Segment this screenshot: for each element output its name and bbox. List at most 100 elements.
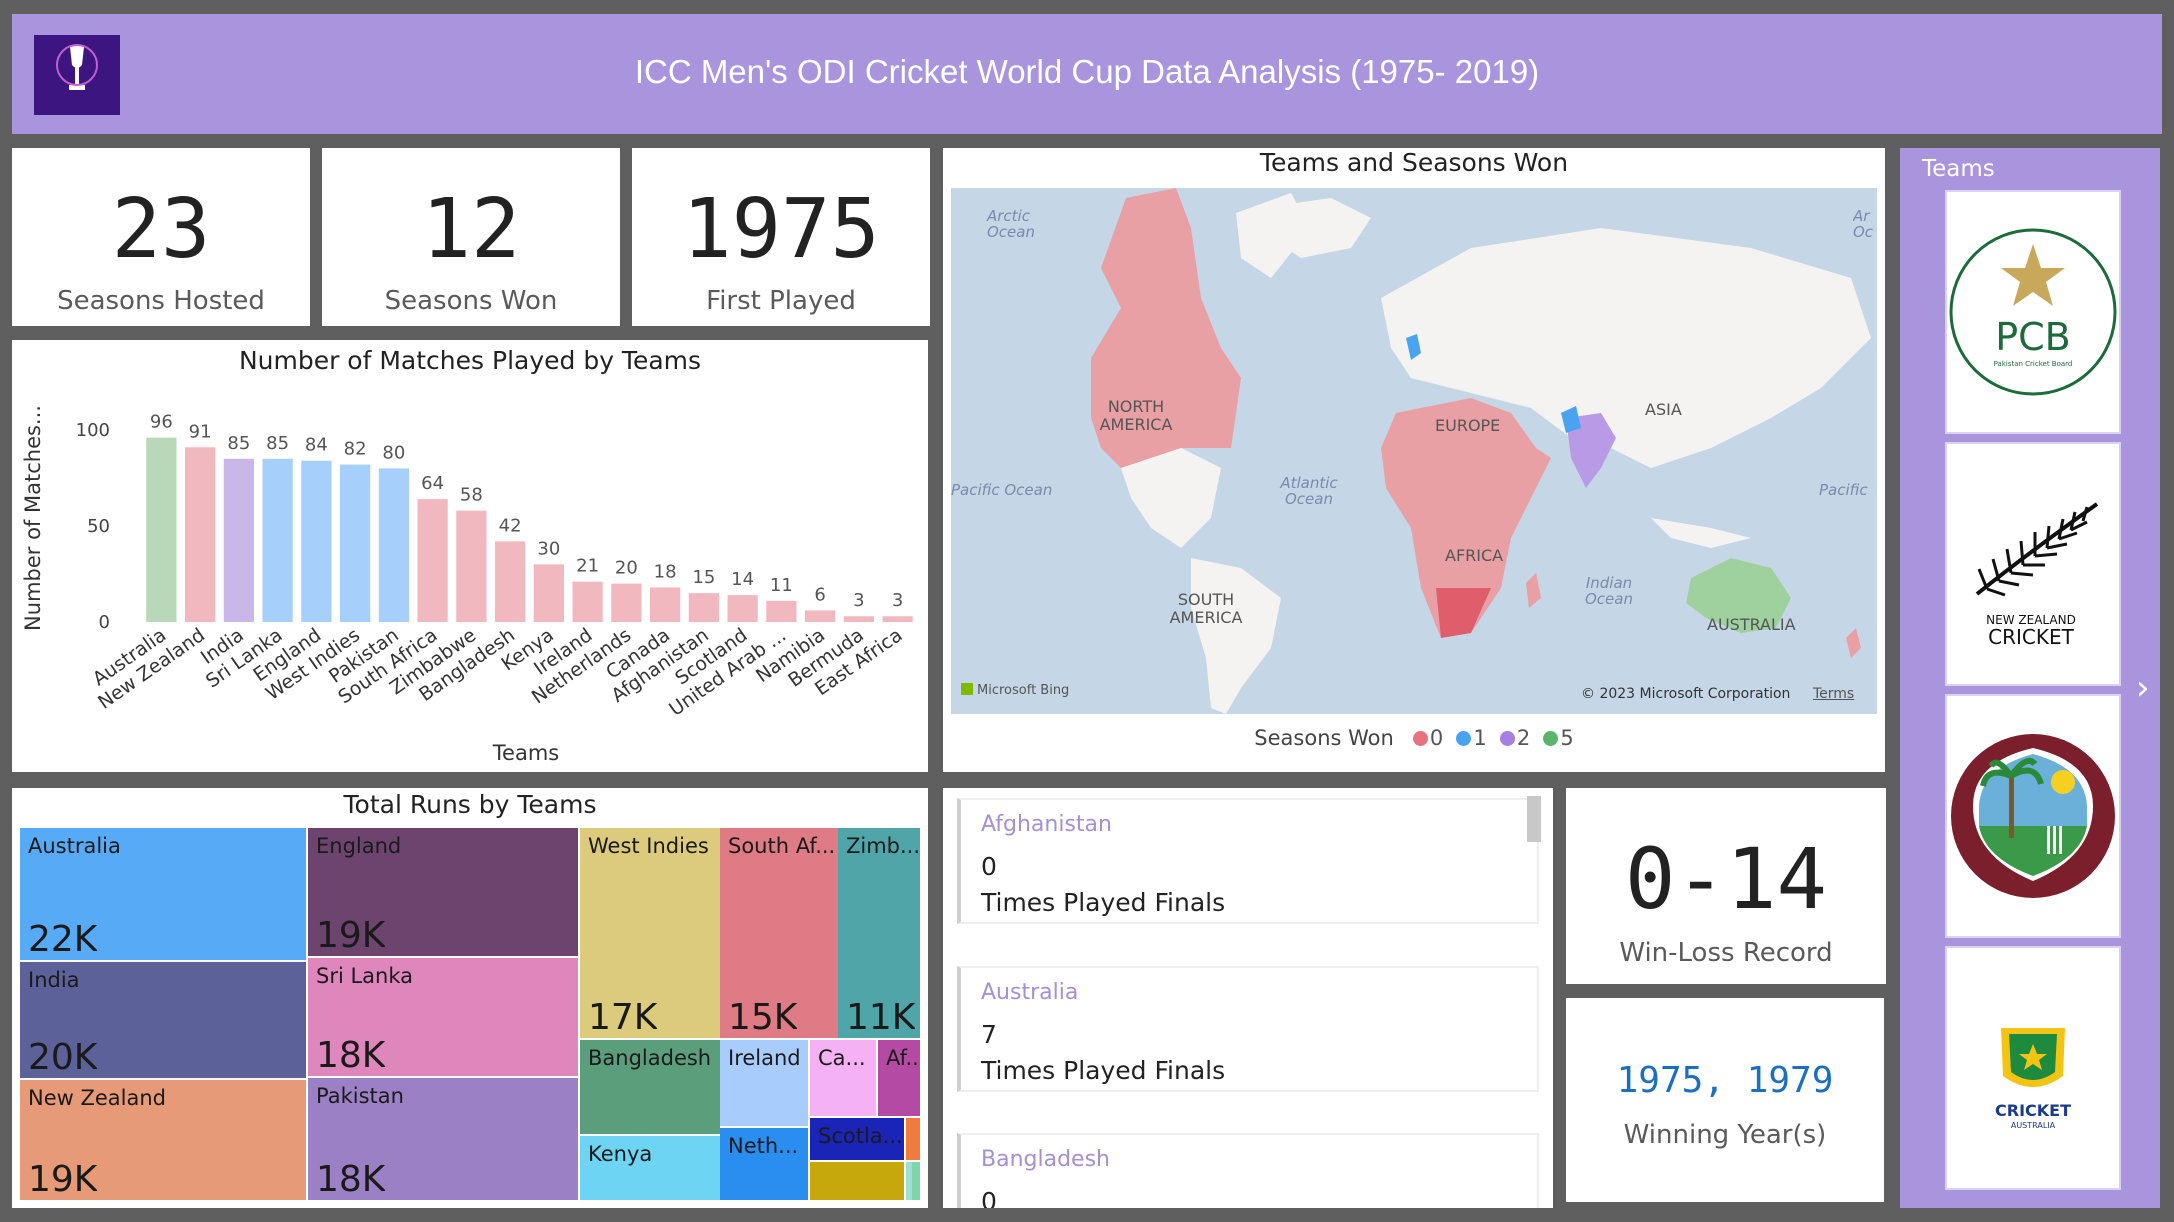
kpi-seasons-won: 12 Seasons Won	[322, 148, 620, 326]
treemap-tile-england[interactable]: England 19K	[308, 828, 578, 956]
scrollbar-thumb[interactable]	[1527, 796, 1541, 842]
legend-title: Seasons Won	[1254, 726, 1394, 750]
legend-item-2[interactable]: 2	[1499, 726, 1530, 750]
west-indies-crest-icon	[1951, 734, 2115, 898]
data-label: 3	[853, 590, 864, 611]
treemap-tile-value: 15K	[728, 998, 798, 1038]
data-label: 18	[654, 561, 677, 582]
world-map[interactable]: Arctic Ocean Ar Oc NORTH AMERICA SOUTH A…	[951, 188, 1877, 714]
data-label: 64	[421, 473, 444, 494]
treemap-tile-india[interactable]: India 20K	[20, 962, 306, 1078]
team-logo-new-zealand[interactable]: NEW ZEALAND CRICKET	[1945, 442, 2121, 686]
treemap-tile-scotla[interactable]: Scotla...	[810, 1118, 904, 1160]
finals-card-bangladesh[interactable]: Bangladesh 0	[957, 1133, 1539, 1208]
south-america-region	[1191, 558, 1281, 714]
treemap-tile-west-indies[interactable]: West Indies 17K	[580, 828, 720, 1038]
team-logo-australia[interactable]: CRICKET AUSTRALIA	[1945, 946, 2121, 1190]
legend-item-1[interactable]: 1	[1456, 726, 1487, 750]
treemap-tile-label: Zimb...	[846, 834, 918, 858]
bar-new-zealand[interactable]	[185, 447, 216, 622]
treemap-tile-label: Scotla...	[818, 1124, 902, 1148]
bar-kenya[interactable]	[533, 564, 564, 622]
treemap: Australia 22K India 20K New Zealand 19K Englan…	[20, 828, 920, 1200]
bar-zimbabwe[interactable]	[456, 510, 487, 622]
map-label-africa: AFRICA	[1445, 546, 1504, 565]
treemap-tile-south-af[interactable]: South Af... 15K	[720, 828, 838, 1038]
finals-card-australia[interactable]: Australia 7 Times Played Finals	[957, 966, 1539, 1092]
treemap-tile-label: England	[316, 834, 402, 858]
treemap-tile-neth[interactable]: Neth...	[720, 1128, 808, 1200]
bar-united-arab-[interactable]	[766, 600, 797, 622]
legend-item-0[interactable]: 0	[1412, 726, 1443, 750]
bar-bangladesh[interactable]	[495, 541, 526, 622]
card-label: Times Played Finals	[981, 888, 1226, 917]
treemap-tile-zimb[interactable]: Zimb... 11K	[838, 828, 920, 1038]
team-logo-west-indies[interactable]	[1945, 694, 2121, 938]
data-label: 42	[499, 515, 522, 536]
bar-england[interactable]	[301, 460, 332, 622]
data-label: 96	[150, 412, 173, 433]
treemap-tile-australia[interactable]: Australia 22K	[20, 828, 306, 960]
ca-text-1: CRICKET	[1995, 1101, 2071, 1120]
map-terms-link[interactable]: Terms	[1813, 686, 1854, 702]
card-count: 0	[981, 1187, 997, 1208]
bar-india[interactable]	[223, 458, 254, 622]
treemap-tile-pakistan[interactable]: Pakistan 18K	[308, 1078, 578, 1200]
team-logo-pakistan[interactable]: PCB Pakistan Cricket Board	[1945, 190, 2121, 434]
map-legend: Seasons Won 0 1 2 5	[943, 726, 1885, 750]
bar-sri-lanka[interactable]	[262, 458, 293, 622]
treemap-tile-ca[interactable]: Ca...	[810, 1040, 876, 1116]
finals-card-afghanistan[interactable]: Afghanistan 0 Times Played Finals	[957, 798, 1539, 924]
treemap-tile-value: 19K	[316, 916, 386, 956]
treemap-tile-value: 18K	[316, 1036, 386, 1076]
map-label-indian: Indian Ocean	[1585, 574, 1633, 608]
y-tick-label: 100	[76, 420, 110, 441]
bar-east-africa[interactable]	[882, 616, 913, 622]
bar-afghanistan[interactable]	[688, 593, 719, 622]
bar-australia[interactable]	[146, 437, 177, 622]
treemap-tile-ireland[interactable]: Ireland	[720, 1040, 808, 1126]
treemap-tile-value: 11K	[846, 998, 916, 1038]
bing-logo: Microsoft Bing	[961, 683, 1069, 698]
treemap-tile-bangladesh[interactable]: Bangladesh	[580, 1040, 720, 1134]
bar-south-africa[interactable]	[417, 499, 448, 622]
header-bar: ICC Men's ODI Cricket World Cup Data Ana…	[12, 14, 2162, 134]
microsoft-logo-icon	[961, 683, 973, 695]
bar-scotland[interactable]	[727, 595, 758, 622]
treemap-tile-other-17[interactable]	[906, 1118, 920, 1160]
data-label: 11	[770, 575, 793, 596]
treemap-tile-value: 18K	[316, 1160, 386, 1200]
bar-netherlands[interactable]	[611, 583, 642, 622]
x-axis-title: Teams	[492, 741, 559, 765]
map-label-asia: ASIA	[1645, 400, 1682, 419]
finals-list-panel: Afghanistan 0 Times Played Finals Austra…	[943, 788, 1553, 1208]
bar-west-indies[interactable]	[340, 464, 371, 622]
treemap-tile-sri-lanka[interactable]: Sri Lanka 18K	[308, 958, 578, 1076]
treemap-tile-label: Af...	[886, 1046, 918, 1070]
legend-item-5[interactable]: 5	[1543, 726, 1574, 750]
win-loss-card: 0-14 Win-Loss Record	[1566, 788, 1886, 984]
bar-bermuda[interactable]	[843, 616, 874, 622]
treemap-tile-kenya[interactable]: Kenya	[580, 1136, 720, 1200]
kpi-label: First Played	[706, 286, 856, 316]
data-label: 85	[227, 433, 250, 454]
kpi-value: 23	[111, 182, 211, 277]
slicer-next-arrow-icon[interactable]: ›	[2136, 668, 2150, 708]
treemap-tile-new-zealand[interactable]: New Zealand 19K	[20, 1080, 306, 1200]
data-label: 15	[692, 567, 715, 588]
treemap-tile-label: Sri Lanka	[316, 964, 414, 988]
bar-canada[interactable]	[650, 587, 681, 622]
kpi-value: 12	[421, 182, 521, 277]
bar-namibia[interactable]	[805, 610, 836, 622]
treemap-tile-other-16[interactable]	[810, 1162, 904, 1200]
treemap-tile-label: Bangladesh	[588, 1046, 712, 1070]
treemap-tile-other-19[interactable]	[912, 1162, 920, 1200]
treemap-tile-af[interactable]: Af...	[878, 1040, 920, 1116]
pcb-logo-icon: PCB Pakistan Cricket Board	[1949, 228, 2117, 396]
treemap-tile-label: Australia	[28, 834, 121, 858]
pcb-subtext: Pakistan Cricket Board	[1994, 360, 2073, 368]
data-label: 84	[305, 435, 328, 456]
bar-ireland[interactable]	[572, 581, 603, 622]
pcb-text: PCB	[1995, 315, 2071, 359]
bar-pakistan[interactable]	[378, 468, 409, 622]
